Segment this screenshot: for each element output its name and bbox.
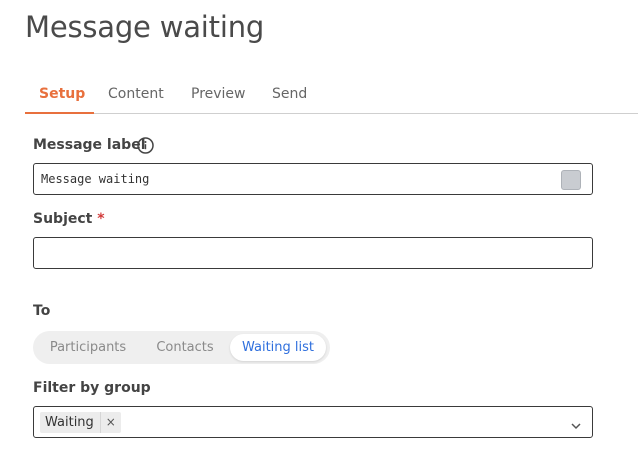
page-title: Message waiting bbox=[25, 10, 265, 44]
info-icon[interactable] bbox=[137, 137, 154, 154]
required-mark: * bbox=[97, 211, 105, 227]
message-label-input[interactable]: Message waiting bbox=[33, 163, 593, 195]
message-label-value: Message waiting bbox=[41, 172, 150, 186]
to-label: To bbox=[33, 303, 51, 319]
group-chip: Waiting × bbox=[40, 412, 121, 433]
recipient-segmented-control: Participants Contacts Waiting list bbox=[33, 331, 330, 364]
chip-remove-button[interactable]: × bbox=[101, 412, 121, 433]
group-chip-label: Waiting bbox=[40, 412, 101, 433]
segment-contacts[interactable]: Contacts bbox=[145, 334, 225, 361]
subject-input[interactable] bbox=[33, 237, 593, 269]
message-label-label: Message label bbox=[33, 137, 146, 153]
segment-waiting-list[interactable]: Waiting list bbox=[230, 334, 326, 361]
tab-content[interactable]: Content bbox=[94, 82, 178, 114]
filter-by-group-label: Filter by group bbox=[33, 380, 151, 396]
tab-setup[interactable]: Setup bbox=[25, 82, 94, 114]
subject-label: Subject * bbox=[33, 211, 105, 227]
color-swatch[interactable] bbox=[561, 170, 581, 190]
tab-preview[interactable]: Preview bbox=[177, 82, 260, 114]
tab-bar: Setup Content Preview Send bbox=[25, 82, 638, 114]
tab-send[interactable]: Send bbox=[258, 82, 321, 114]
group-select[interactable]: Waiting × bbox=[33, 406, 593, 438]
segment-participants[interactable]: Participants bbox=[37, 334, 139, 361]
chevron-down-icon[interactable] bbox=[570, 417, 582, 430]
subject-label-text: Subject bbox=[33, 211, 93, 227]
